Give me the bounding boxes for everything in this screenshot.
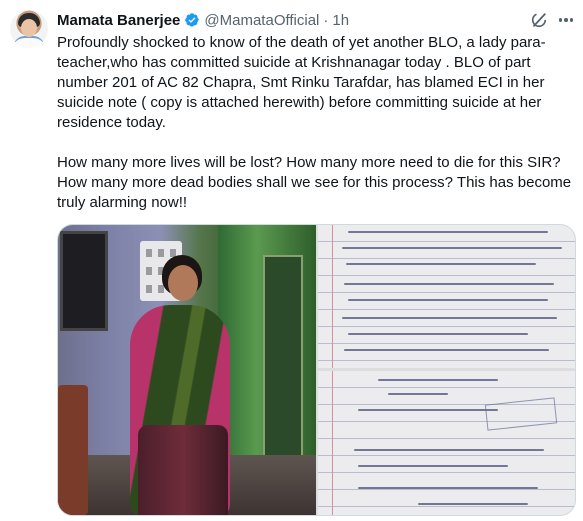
photo-woman[interactable] [58, 225, 316, 515]
tweet-timestamp[interactable]: 1h [332, 12, 349, 29]
photo-suicide-note-page-2[interactable] [318, 371, 575, 515]
tweet-paragraph: Profoundly shocked to know of the death … [57, 34, 546, 131]
tweet-header: Mamata Banerjee @MamataOfficial · 1h [57, 9, 349, 31]
author-avatar[interactable] [10, 10, 48, 48]
verified-badge-icon [185, 13, 200, 27]
tweet[interactable]: Mamata Banerjee @MamataOfficial · 1h Pro… [0, 0, 583, 521]
grok-icon[interactable] [529, 10, 549, 30]
tweet-paragraph: How many more lives will be lost? How ma… [57, 154, 572, 211]
photo-suicide-note-page-1[interactable] [318, 225, 575, 368]
more-icon[interactable] [556, 10, 576, 30]
tweet-text: Profoundly shocked to know of the death … [57, 33, 577, 213]
author-handle[interactable]: @MamataOfficial [204, 12, 319, 29]
separator-dot: · [323, 11, 329, 29]
author-name[interactable]: Mamata Banerjee [57, 12, 180, 29]
tweet-media[interactable] [57, 224, 576, 516]
